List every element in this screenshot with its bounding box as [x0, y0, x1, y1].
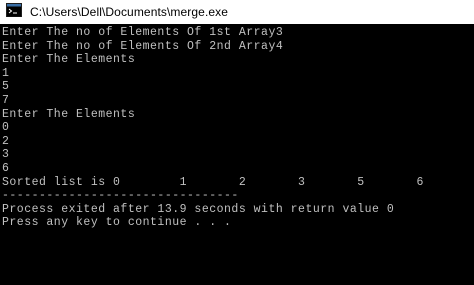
console-line: Enter The no of Elements Of 2nd Array4: [2, 39, 284, 53]
console-line: 1: [2, 66, 10, 80]
console-line: 5: [2, 80, 10, 94]
console-window: C:\Users\Dell\Documents\merge.exe Enter …: [0, 0, 474, 285]
console-line: --------------------------------: [2, 189, 239, 203]
console-line: 3: [2, 148, 10, 162]
console-line: 7: [2, 93, 10, 107]
console-line: Enter The no of Elements Of 1st Array3: [2, 26, 284, 39]
console-line: Press any key to continue . . .: [2, 216, 232, 230]
console-line: Process exited after 13.9 seconds with r…: [2, 202, 395, 216]
console-line: 2: [2, 134, 10, 148]
window-title: C:\Users\Dell\Documents\merge.exe: [30, 5, 229, 19]
console-line: Enter The Elements: [2, 53, 136, 67]
title-bar[interactable]: C:\Users\Dell\Documents\merge.exe: [0, 0, 474, 24]
console-line: 6: [2, 161, 10, 175]
console-output[interactable]: Enter The no of Elements Of 1st Array3 E…: [0, 24, 474, 285]
console-app-icon: [6, 2, 30, 22]
console-line: Enter The Elements: [2, 107, 136, 121]
console-line: Sorted list is 0 1 2 3 5 6 7: [2, 175, 474, 189]
console-line: 0: [2, 121, 10, 135]
